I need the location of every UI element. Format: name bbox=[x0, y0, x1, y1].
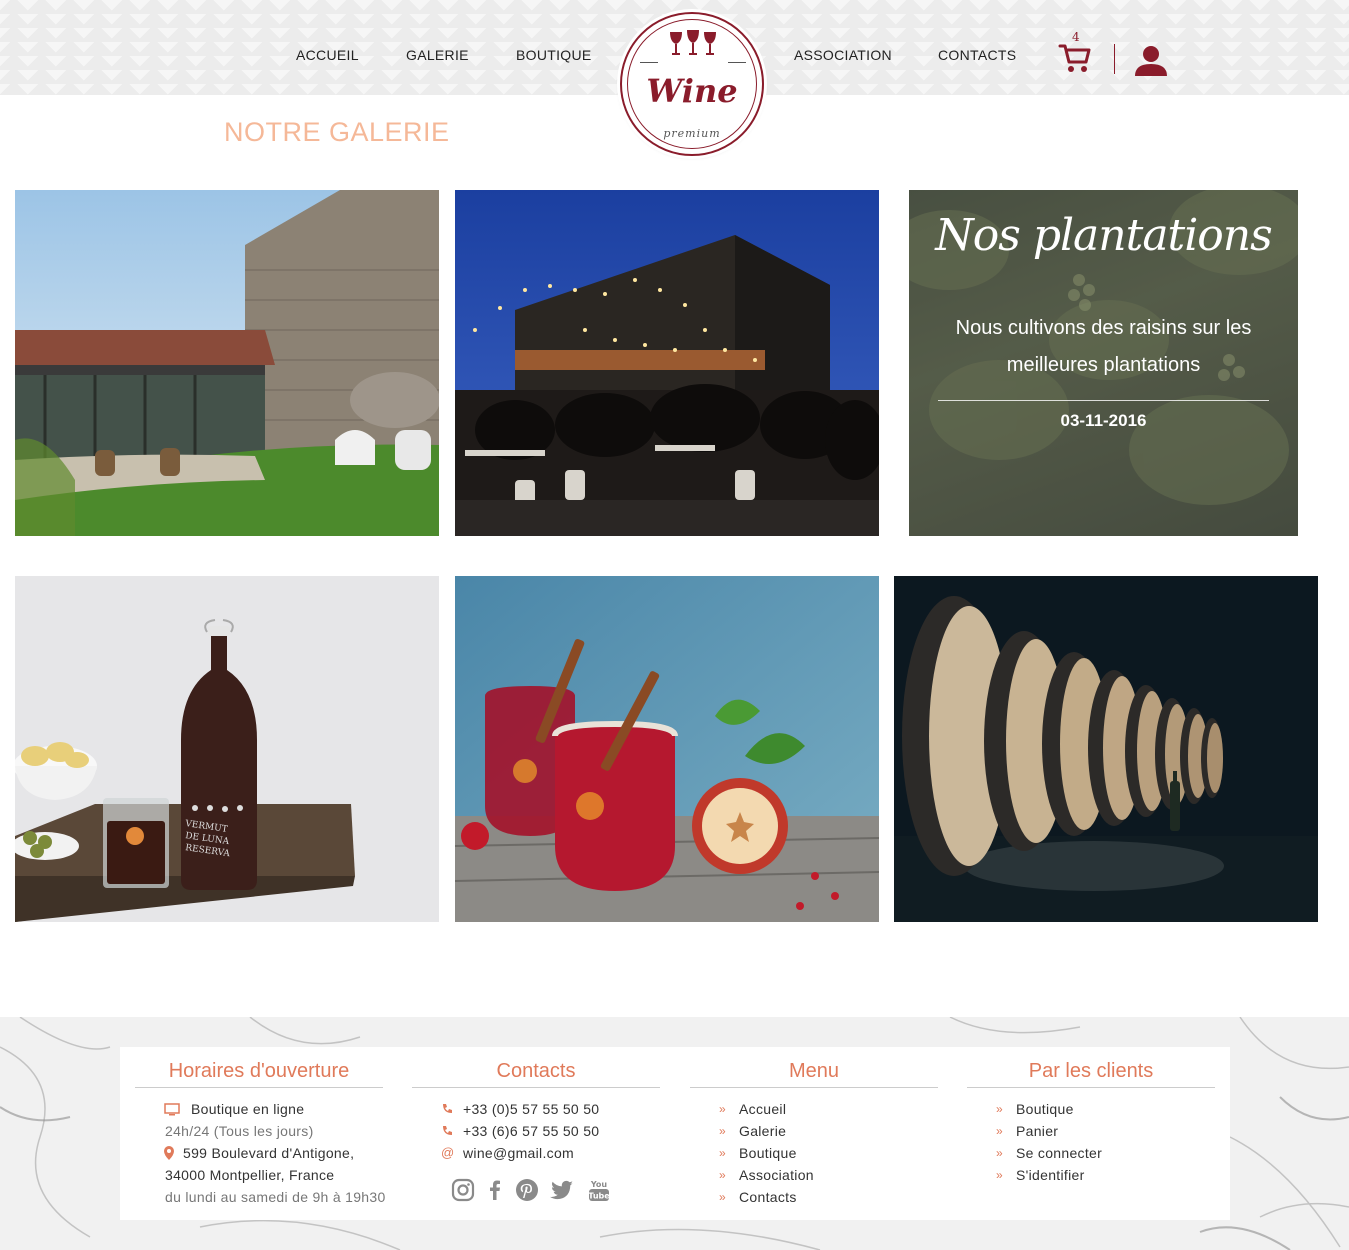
chevron-right-icon: » bbox=[996, 1168, 1003, 1182]
chevron-right-icon: » bbox=[996, 1146, 1003, 1160]
footer-address-line2: 34000 Montpellier, France bbox=[165, 1167, 335, 1183]
chevron-right-icon: » bbox=[719, 1168, 726, 1182]
footer-clients-panier[interactable]: Panier bbox=[1016, 1123, 1058, 1139]
footer-menu-accueil[interactable]: Accueil bbox=[739, 1101, 786, 1117]
footer-online-hours: 24h/24 (Tous les jours) bbox=[165, 1123, 314, 1139]
footer-clients-register[interactable]: S'identifier bbox=[1016, 1167, 1085, 1183]
cart-icon[interactable] bbox=[1058, 42, 1092, 74]
logo-subtitle: premium bbox=[663, 127, 721, 140]
nav-accueil[interactable]: ACCUEIL bbox=[296, 47, 359, 63]
chevron-right-icon: » bbox=[719, 1146, 726, 1160]
gallery-image-terrace-night[interactable] bbox=[455, 190, 879, 536]
nav-boutique[interactable]: BOUTIQUE bbox=[516, 47, 592, 63]
chevron-right-icon: » bbox=[996, 1102, 1003, 1116]
chevron-right-icon: » bbox=[719, 1102, 726, 1116]
site-logo[interactable]: Wine premium bbox=[620, 12, 764, 156]
gallery-image-sangria[interactable] bbox=[455, 576, 879, 922]
footer-phone-2[interactable]: +33 (6)6 57 55 50 50 bbox=[463, 1123, 599, 1139]
footer-shop-hours: du lundi au samedi de 9h à 19h30 bbox=[165, 1189, 386, 1205]
footer-menu-galerie[interactable]: Galerie bbox=[739, 1123, 786, 1139]
footer-menu-column: Menu bbox=[690, 1060, 938, 1088]
gallery-image-barrels[interactable] bbox=[894, 576, 1318, 922]
footer-clients-login[interactable]: Se connecter bbox=[1016, 1145, 1102, 1161]
pinterest-icon[interactable] bbox=[515, 1178, 539, 1202]
instagram-icon[interactable] bbox=[451, 1178, 475, 1202]
svg-text:Tube: Tube bbox=[588, 1192, 610, 1201]
feature-text: Nous cultivons des raisins sur les meill… bbox=[955, 317, 1252, 376]
feature-heading: Nos plantations bbox=[935, 210, 1272, 261]
logo-rule-right bbox=[728, 62, 746, 63]
nav-association[interactable]: ASSOCIATION bbox=[794, 47, 892, 63]
footer-menu-contacts[interactable]: Contacts bbox=[739, 1189, 797, 1205]
gallery-feature-plantations[interactable]: Nos plantations Nous cultivons des raisi… bbox=[909, 190, 1298, 536]
footer-online-shop: Boutique en ligne bbox=[191, 1101, 305, 1117]
footer-phone-1[interactable]: +33 (0)5 57 55 50 50 bbox=[463, 1101, 599, 1117]
footer-email[interactable]: wine@gmail.com bbox=[463, 1145, 574, 1161]
chevron-right-icon: » bbox=[719, 1190, 726, 1204]
phone-icon bbox=[443, 1104, 452, 1113]
phone-icon bbox=[443, 1126, 452, 1135]
youtube-icon[interactable]: You Tube bbox=[587, 1178, 611, 1202]
gallery-title: NOTRE GALERIE bbox=[224, 117, 450, 147]
at-sign-icon: @ bbox=[441, 1145, 455, 1160]
footer-hours-title: Horaires d'ouverture bbox=[135, 1060, 383, 1088]
twitter-icon[interactable] bbox=[550, 1178, 574, 1202]
footer-hours-column: Horaires d'ouverture bbox=[135, 1060, 383, 1088]
user-icon[interactable] bbox=[1134, 44, 1168, 76]
feature-divider bbox=[938, 400, 1269, 401]
footer-menu-boutique[interactable]: Boutique bbox=[739, 1145, 797, 1161]
logo-rule-left bbox=[640, 62, 658, 63]
footer-contacts-column: Contacts bbox=[412, 1060, 660, 1088]
feature-date: 03-11-2016 bbox=[1060, 411, 1147, 430]
monitor-icon bbox=[164, 1103, 180, 1116]
footer-clients-boutique[interactable]: Boutique bbox=[1016, 1101, 1074, 1117]
logo-word: Wine bbox=[646, 72, 738, 110]
header-divider bbox=[1114, 44, 1115, 74]
nav-galerie[interactable]: GALERIE bbox=[406, 47, 469, 63]
gallery-image-building[interactable] bbox=[15, 190, 439, 536]
footer-clients-column: Par les clients bbox=[967, 1060, 1215, 1088]
wine-glasses-icon bbox=[670, 30, 716, 55]
footer-address-line1: 599 Boulevard d'Antigone, bbox=[183, 1145, 355, 1161]
footer-contacts-title: Contacts bbox=[412, 1060, 660, 1088]
footer-clients-title: Par les clients bbox=[967, 1060, 1215, 1088]
chevron-right-icon: » bbox=[719, 1124, 726, 1138]
footer-menu-association[interactable]: Association bbox=[739, 1167, 814, 1183]
facebook-icon[interactable] bbox=[483, 1178, 507, 1202]
nav-contacts[interactable]: CONTACTS bbox=[938, 47, 1016, 63]
svg-text:You: You bbox=[590, 1180, 608, 1189]
map-pin-icon bbox=[164, 1146, 174, 1160]
chevron-right-icon: » bbox=[996, 1124, 1003, 1138]
gallery-image-vermouth[interactable]: VERMUT DE LUNA RESERVA bbox=[15, 576, 439, 922]
footer-menu-title: Menu bbox=[690, 1060, 938, 1088]
